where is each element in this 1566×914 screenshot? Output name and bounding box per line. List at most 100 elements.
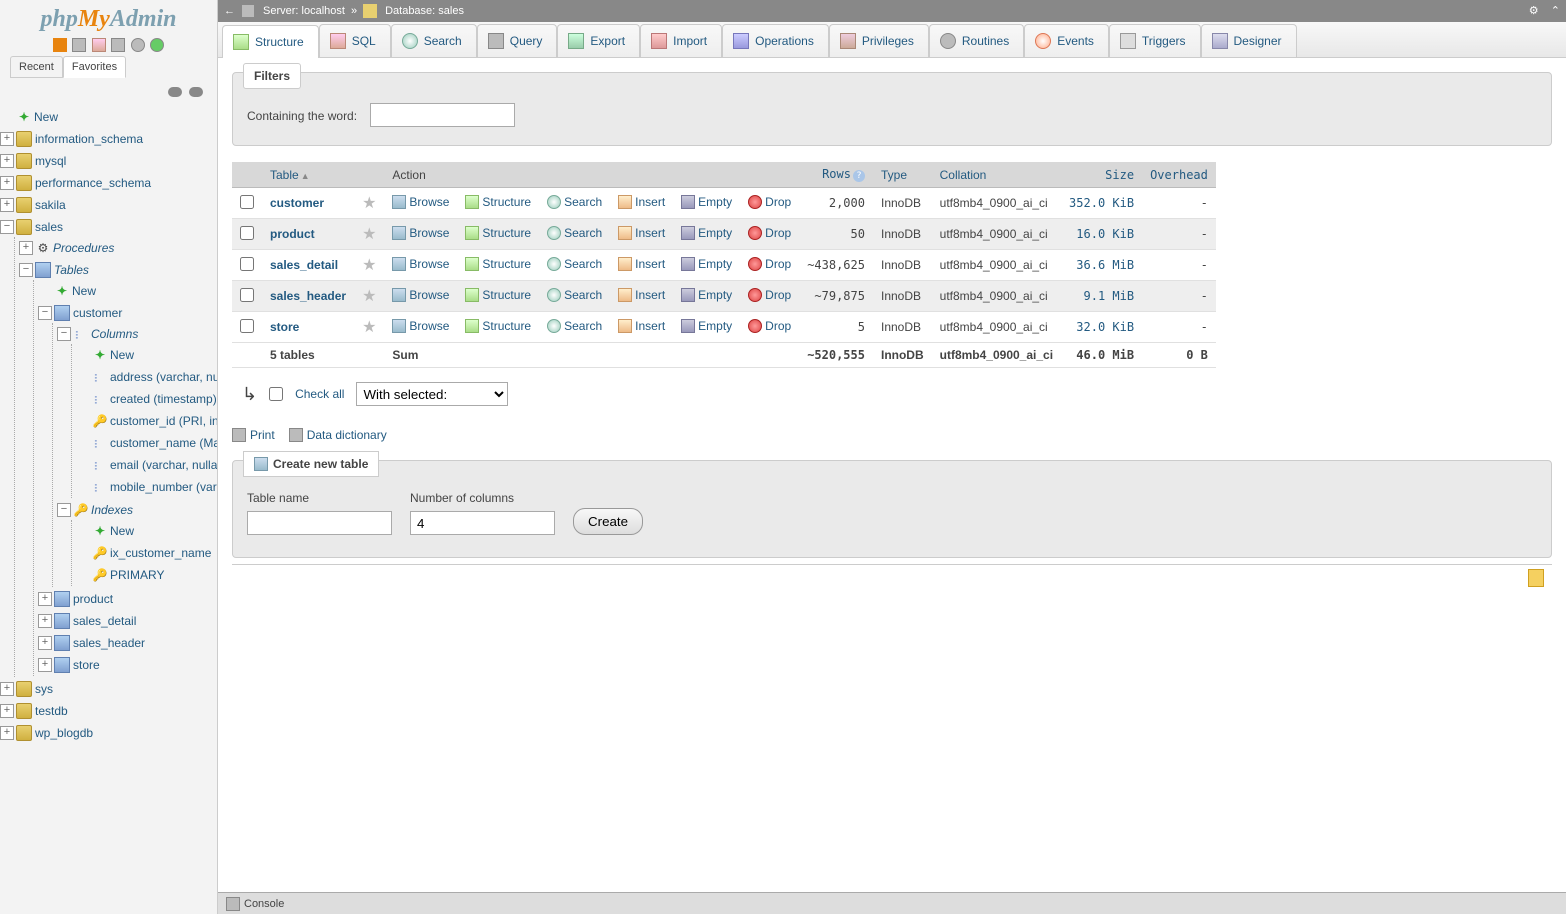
size-link[interactable]: 352.0 KiB — [1069, 196, 1134, 210]
table-icon[interactable] — [54, 613, 70, 629]
table-link[interactable]: product — [73, 592, 113, 606]
sql-icon[interactable] — [92, 38, 106, 52]
insert-action[interactable]: Insert — [618, 226, 665, 240]
index-link[interactable]: New — [110, 524, 134, 538]
structure-action[interactable]: Structure — [465, 195, 531, 209]
size-link[interactable]: 32.0 KiB — [1076, 320, 1134, 334]
index-link[interactable]: ix_customer_name — [110, 546, 211, 560]
reload-icon[interactable] — [150, 38, 164, 52]
logout-icon[interactable] — [72, 38, 86, 52]
structure-action[interactable]: Structure — [465, 226, 531, 240]
table-icon[interactable] — [54, 591, 70, 607]
db-sales[interactable]: sales — [35, 220, 63, 234]
num-cols-input[interactable] — [410, 511, 555, 535]
tab-favorites[interactable]: Favorites — [63, 56, 126, 78]
toggle-icon[interactable]: − — [57, 503, 71, 517]
table-name-link[interactable]: customer — [270, 196, 324, 210]
col-collation[interactable]: Collation — [940, 168, 987, 182]
index-link[interactable]: PRIMARY — [110, 568, 164, 582]
search-action[interactable]: Search — [547, 319, 602, 333]
db-link[interactable]: mysql — [35, 154, 66, 168]
toggle-icon[interactable]: + — [38, 658, 52, 672]
structure-action[interactable]: Structure — [465, 319, 531, 333]
drop-action[interactable]: Drop — [748, 257, 791, 271]
settings-icon[interactable] — [131, 38, 145, 52]
favorite-star-icon[interactable]: ★ — [362, 319, 376, 336]
db-link[interactable]: sakila — [35, 198, 66, 212]
server-link[interactable]: localhost — [302, 5, 345, 17]
insert-action[interactable]: Insert — [618, 288, 665, 302]
tab-privileges[interactable]: Privileges — [829, 24, 929, 57]
tab-recent[interactable]: Recent — [10, 56, 63, 78]
new-db-link[interactable]: New — [34, 110, 58, 124]
row-checkbox[interactable] — [240, 257, 254, 271]
column-link[interactable]: created (timestamp) — [110, 392, 217, 406]
row-checkbox[interactable] — [240, 195, 254, 209]
table-customer[interactable]: customer — [73, 306, 122, 320]
new-table-link[interactable]: New — [72, 284, 96, 298]
table-link[interactable]: sales_header — [73, 636, 145, 650]
col-type[interactable]: Type — [881, 168, 907, 182]
table-name-link[interactable]: sales_header — [270, 289, 346, 303]
drop-action[interactable]: Drop — [748, 288, 791, 302]
db-link[interactable]: sys — [35, 682, 53, 696]
data-dictionary-link[interactable]: Data dictionary — [289, 428, 387, 442]
database-icon[interactable] — [16, 703, 32, 719]
toggle-icon[interactable]: + — [0, 198, 14, 212]
filter-input[interactable] — [370, 103, 515, 127]
insert-action[interactable]: Insert — [618, 195, 665, 209]
insert-action[interactable]: Insert — [618, 257, 665, 271]
home-icon[interactable] — [53, 38, 67, 52]
check-all-link[interactable]: Check all — [295, 387, 344, 401]
tab-events[interactable]: Events — [1024, 24, 1109, 57]
help-icon[interactable]: ? — [853, 170, 865, 182]
collapse-all-icon[interactable] — [168, 87, 182, 97]
column-link[interactable]: customer_name (Mandatory) — [110, 436, 217, 450]
column-link[interactable]: mobile_number (varchar) — [110, 480, 217, 494]
column-link[interactable]: address (varchar, nullable) — [110, 370, 217, 384]
empty-action[interactable]: Empty — [681, 226, 732, 240]
db-link[interactable]: performance_schema — [35, 176, 151, 190]
database-icon[interactable] — [16, 219, 32, 235]
tab-triggers[interactable]: Triggers — [1109, 24, 1201, 57]
table-icon[interactable] — [54, 635, 70, 651]
toggle-icon[interactable]: + — [0, 176, 14, 190]
tab-sql[interactable]: SQL — [319, 24, 391, 57]
table-link[interactable]: store — [73, 658, 100, 672]
console-toggle[interactable]: Console — [218, 892, 1566, 914]
row-checkbox[interactable] — [240, 319, 254, 333]
toggle-icon[interactable]: + — [38, 592, 52, 606]
table-link[interactable]: sales_detail — [73, 614, 136, 628]
table-icon[interactable] — [54, 657, 70, 673]
col-size[interactable]: Size — [1105, 168, 1134, 182]
bookmark-icon[interactable] — [1528, 569, 1544, 587]
favorite-star-icon[interactable]: ★ — [362, 288, 376, 305]
browse-action[interactable]: Browse — [392, 226, 449, 240]
print-link[interactable]: Print — [232, 428, 275, 442]
db-link[interactable]: sales — [438, 5, 464, 17]
docs-icon[interactable] — [111, 38, 125, 52]
browse-action[interactable]: Browse — [392, 288, 449, 302]
empty-action[interactable]: Empty — [681, 319, 732, 333]
browse-action[interactable]: Browse — [392, 319, 449, 333]
toggle-icon[interactable]: + — [0, 682, 14, 696]
collapse-icon[interactable]: ⌃ — [1551, 4, 1560, 18]
tab-export[interactable]: Export — [557, 24, 640, 57]
size-link[interactable]: 36.6 MiB — [1076, 258, 1134, 272]
column-link[interactable]: New — [110, 348, 134, 362]
table-name-link[interactable]: product — [270, 227, 315, 241]
db-link[interactable]: information_schema — [35, 132, 143, 146]
create-button[interactable]: Create — [573, 508, 643, 535]
toggle-icon[interactable]: + — [0, 132, 14, 146]
search-action[interactable]: Search — [547, 288, 602, 302]
col-rows[interactable]: Rows — [822, 167, 851, 181]
toggle-icon[interactable]: − — [38, 306, 52, 320]
indexes-link[interactable]: Indexes — [91, 503, 133, 517]
insert-action[interactable]: Insert — [618, 319, 665, 333]
tab-import[interactable]: Import — [640, 24, 722, 57]
size-link[interactable]: 9.1 MiB — [1084, 289, 1135, 303]
favorite-star-icon[interactable]: ★ — [362, 226, 376, 243]
logo[interactable]: phpMyAdmin — [0, 0, 217, 35]
database-icon[interactable] — [16, 153, 32, 169]
toggle-icon[interactable]: + — [0, 704, 14, 718]
